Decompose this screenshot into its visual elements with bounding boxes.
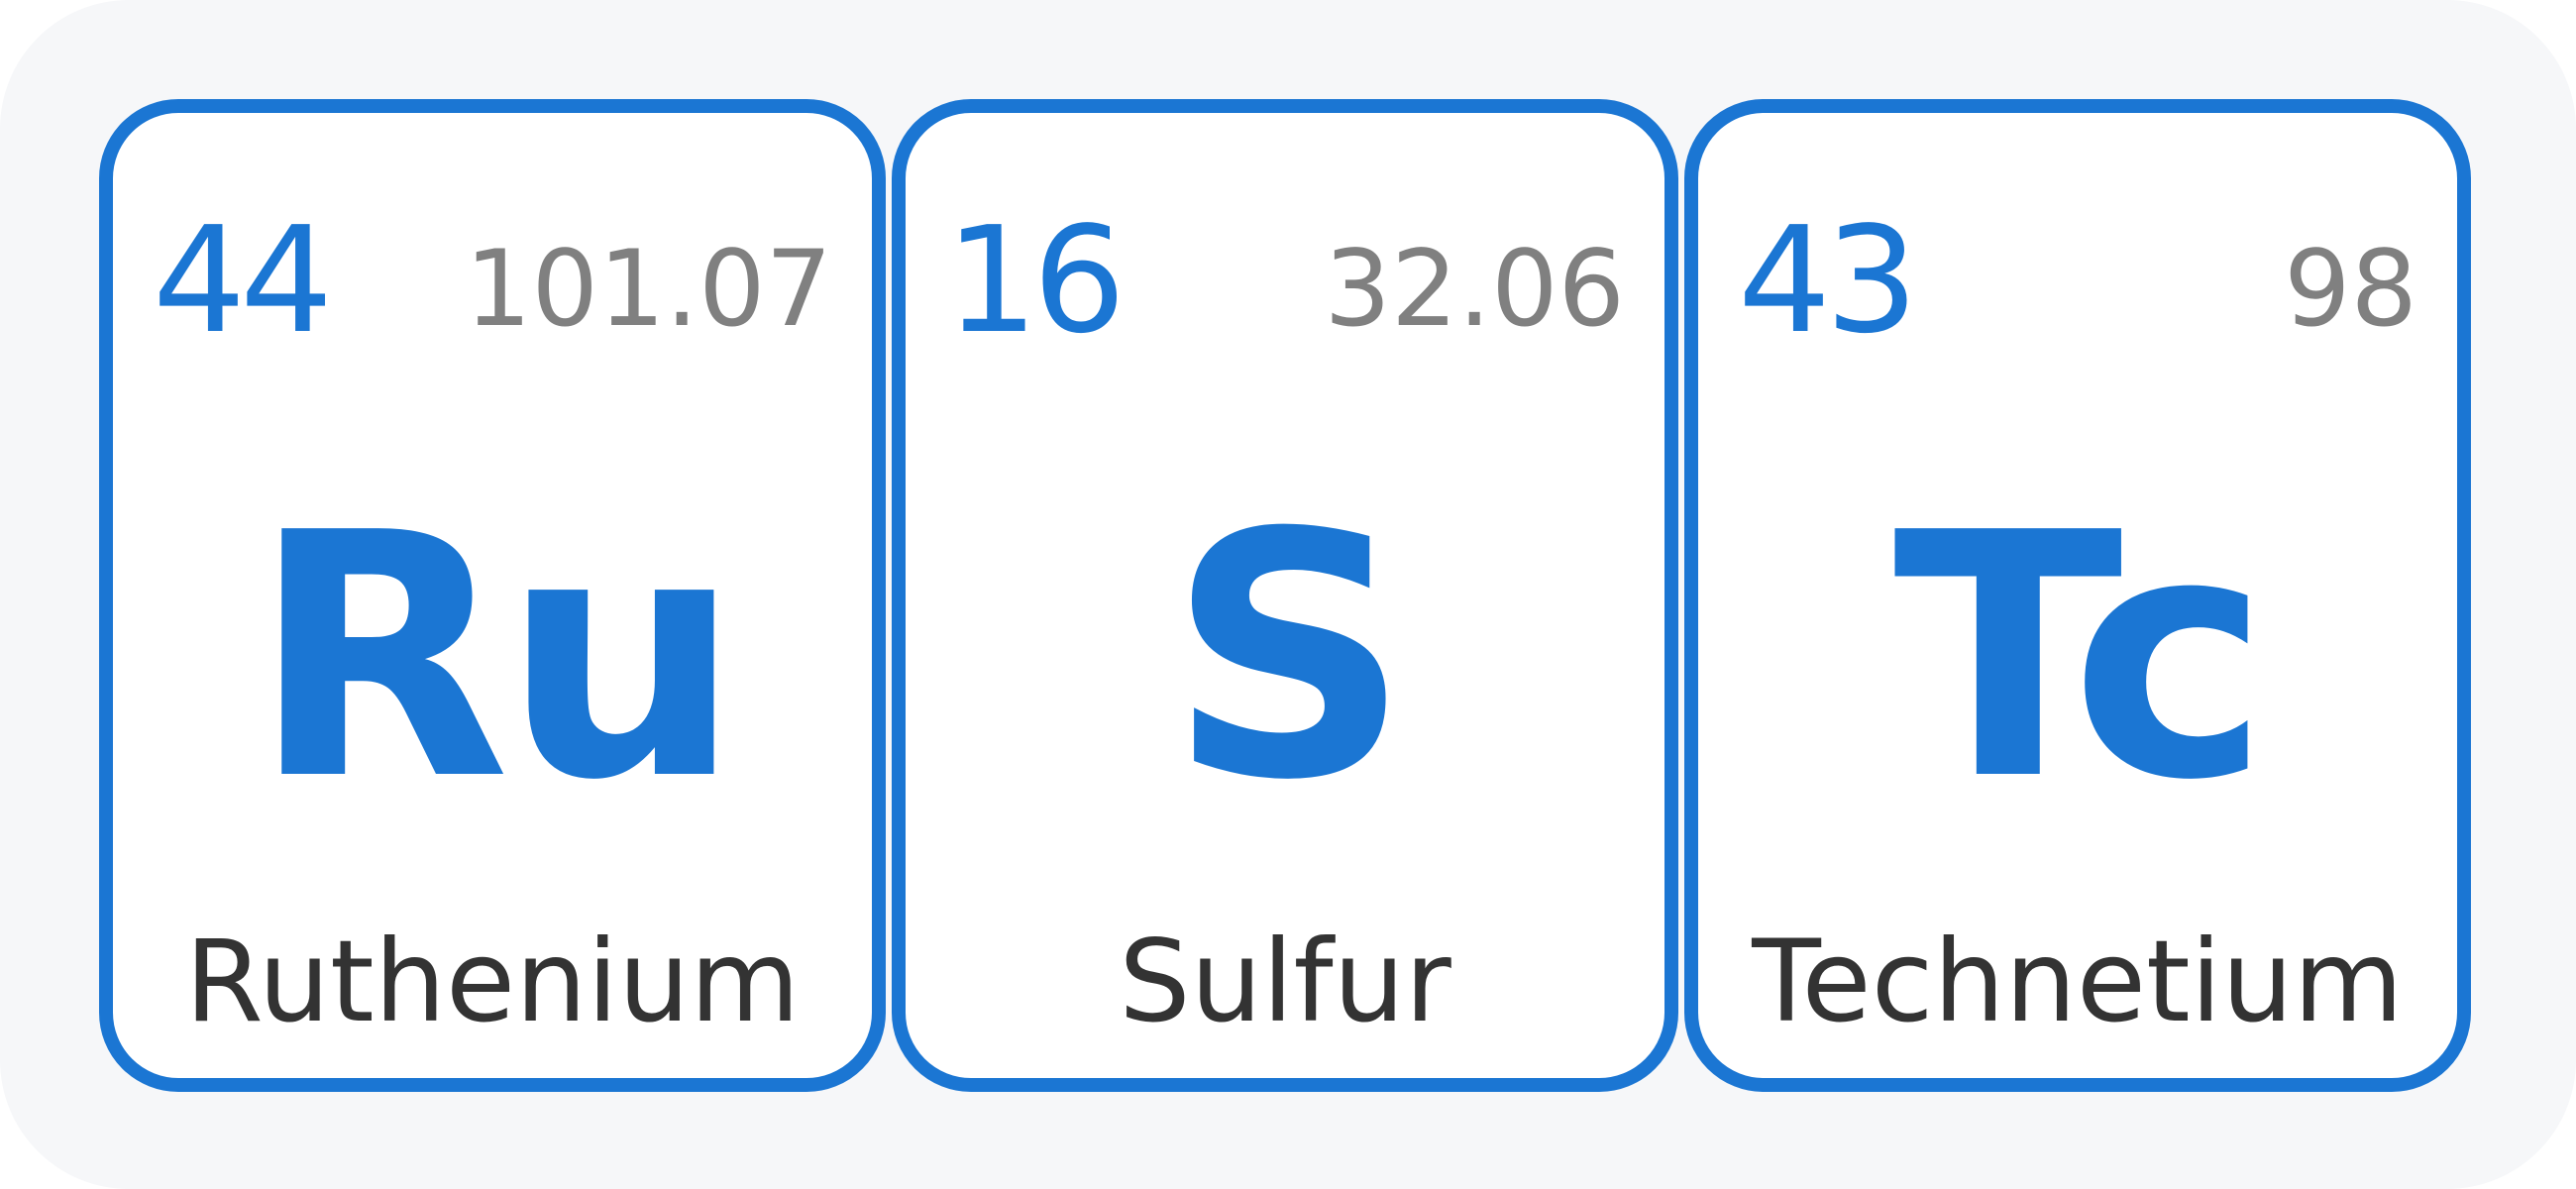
atomic-mass: 98 — [2284, 228, 2417, 350]
element-name: Ruthenium — [184, 916, 801, 1047]
atomic-number: 44 — [153, 195, 333, 366]
element-name: Sulfur — [1119, 916, 1451, 1047]
element-tile-ruthenium: 44 101.07 Ru Ruthenium — [99, 99, 886, 1092]
element-tile-sulfur: 16 32.06 S Sulfur — [892, 99, 1678, 1092]
atomic-mass: 101.07 — [465, 228, 832, 350]
periodic-tiles-panel: 44 101.07 Ru Ruthenium 16 32.06 S Sulfur… — [0, 0, 2576, 1189]
tile-content: 16 32.06 S Sulfur — [906, 113, 1664, 1078]
atomic-number: 43 — [1738, 195, 1918, 366]
atomic-number: 16 — [945, 195, 1126, 366]
element-tile-technetium: 43 98 Tc Technetium — [1684, 99, 2471, 1092]
element-symbol: Ru — [251, 462, 742, 854]
element-name: Technetium — [1752, 916, 2404, 1047]
element-symbol: S — [1167, 462, 1411, 854]
atomic-mass: 32.06 — [1324, 228, 1625, 350]
tile-content: 44 101.07 Ru Ruthenium — [113, 113, 872, 1078]
element-symbol: Tc — [1892, 462, 2270, 854]
tile-content: 43 98 Tc Technetium — [1698, 113, 2457, 1078]
